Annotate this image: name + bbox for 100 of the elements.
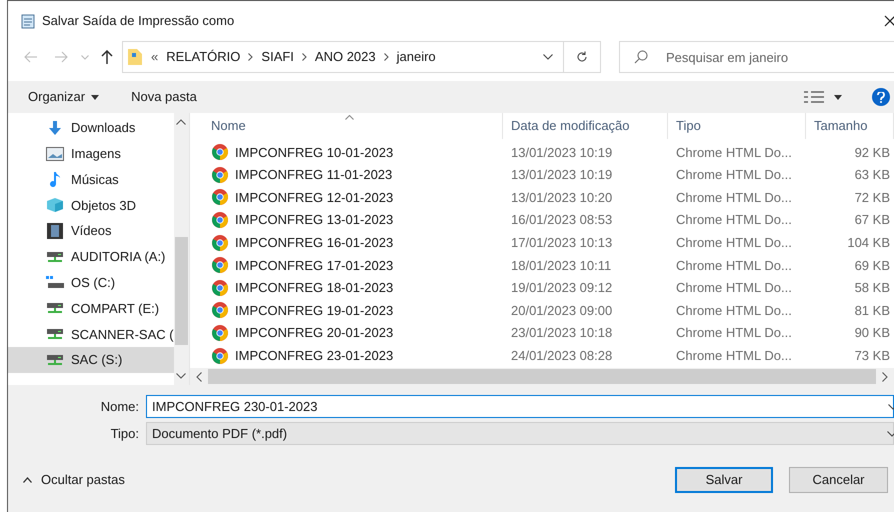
file-row[interactable]: IMPCONFREG 10-01-2023 13/01/2023 10:19 Chrome HTML Do... 92 KB: [190, 141, 894, 164]
view-options-button[interactable]: [804, 91, 842, 103]
sidebar-item[interactable]: AUDITORIA (A:): [8, 244, 174, 270]
file-row[interactable]: IMPCONFREG 19-01-2023 20/01/2023 09:00 Chrome HTML Do... 81 KB: [190, 299, 894, 322]
table-cell-text: Chrome HTML Do...: [675, 279, 793, 298]
column-header[interactable]: Data de modificação: [503, 113, 668, 139]
table-cell-text: Chrome HTML Do...: [675, 188, 793, 207]
picture-icon: [46, 146, 64, 161]
refresh-icon: [576, 51, 588, 63]
sidebar-item[interactable]: Downloads: [8, 115, 174, 141]
column-header[interactable]: Nome: [190, 113, 503, 139]
help-button[interactable]: [872, 88, 890, 106]
horizontal-scrollbar[interactable]: [190, 368, 894, 385]
caret-icon: [834, 94, 842, 100]
file-row[interactable]: IMPCONFREG 20-01-2023 23/01/2023 10:18 Chrome HTML Do... 90 KB: [190, 322, 894, 344]
chevron-right-icon: [302, 53, 307, 61]
file-name: IMPCONFREG 20-01-2023: [235, 324, 394, 342]
left-arrow-icon: [24, 51, 38, 63]
table-cell-text: Chrome HTML Do...: [675, 144, 793, 162]
table-cell-text: Chrome HTML Do...: [675, 346, 793, 365]
file-name: IMPCONFREG 18-01-2023: [235, 279, 394, 298]
sidebar-label: SCANNER-SAC (: [71, 326, 174, 344]
browser-file-icon: [212, 302, 228, 318]
breadcrumb-overflow[interactable]: «: [151, 47, 158, 67]
window-title: Salvar Saída de Impressão como: [42, 12, 234, 30]
question-mark-icon: [877, 92, 885, 102]
file-name: IMPCONFREG 17-01-2023: [235, 256, 394, 275]
breadcrumb-item[interactable]: ANO 2023: [314, 47, 376, 67]
table-cell-text: 81 KB: [854, 302, 891, 320]
chevron-down-icon: [81, 54, 89, 60]
chevron-up-icon: [23, 477, 32, 483]
file-row[interactable]: IMPCONFREG 11-01-2023 13/01/2023 10:19 Chrome HTML Do... 63 KB: [190, 164, 894, 186]
sidebar-item[interactable]: OS (C:): [8, 270, 174, 296]
table-cell-text: 23/01/2023 10:18: [510, 324, 614, 342]
organize-menu-button[interactable]: Organizar: [28, 87, 100, 107]
table-cell-text: 104 KB: [846, 234, 891, 252]
sidebar-item[interactable]: SAC (S:): [8, 347, 174, 373]
file-name: IMPCONFREG 23-01-2023: [235, 346, 394, 365]
breadcrumb-item[interactable]: SIAFI: [261, 47, 294, 67]
table-cell-text: 90 KB: [854, 324, 891, 342]
sidebar-label: Vídeos: [71, 222, 112, 240]
file-row[interactable]: IMPCONFREG 16-01-2023 17/01/2023 10:13 Chrome HTML Do... 104 KB: [190, 231, 894, 254]
table-cell-text: Chrome HTML Do...: [675, 256, 793, 275]
name-label: Nome:: [100, 398, 140, 416]
browser-file-icon: [212, 166, 228, 183]
download-arrow-icon: [47, 120, 63, 136]
file-type-dropdown[interactable]: Documento PDF (*.pdf): [146, 422, 894, 445]
file-name: IMPCONFREG 10-01-2023: [235, 144, 394, 162]
table-cell-text: 73 KB: [854, 346, 891, 365]
table-cell-text: Chrome HTML Do...: [675, 166, 793, 184]
file-name: IMPCONFREG 11-01-2023: [235, 166, 392, 184]
film-icon: [47, 223, 63, 240]
network-drive-icon: [46, 353, 64, 368]
search-field[interactable]: Pesquisar em janeiro: [619, 41, 894, 73]
table-cell-text: 16/01/2023 08:53: [510, 211, 614, 230]
sidebar-label: COMPART (E:): [71, 300, 160, 318]
browser-file-icon: [212, 144, 228, 160]
search-icon: [634, 50, 648, 64]
file-name: IMPCONFREG 12-01-2023: [235, 188, 394, 207]
table-cell-text: Chrome HTML Do...: [675, 211, 793, 230]
new-folder-button[interactable]: Nova pasta: [131, 87, 197, 107]
sidebar-item[interactable]: Vídeos: [8, 218, 174, 244]
table-cell-text: 24/01/2023 08:28: [510, 346, 614, 365]
save-button[interactable]: Salvar: [675, 467, 773, 493]
breadcrumb-item[interactable]: janeiro: [396, 47, 436, 67]
folder-icon: [127, 48, 143, 66]
file-row[interactable]: IMPCONFREG 18-01-2023 19/01/2023 09:12 Chrome HTML Do... 58 KB: [190, 276, 894, 300]
sidebar-label: AUDITORIA (A:): [71, 248, 166, 266]
breadcrumb-item[interactable]: RELATÓRIO: [166, 47, 240, 67]
file-name: IMPCONFREG 13-01-2023: [235, 211, 394, 230]
sidebar-label: OS (C:): [71, 274, 116, 292]
chevron-right-icon: [882, 372, 888, 382]
browser-file-icon: [212, 325, 228, 342]
file-row[interactable]: IMPCONFREG 17-01-2023 18/01/2023 10:11 Chrome HTML Do... 69 KB: [190, 254, 894, 277]
sidebar-item[interactable]: Imagens: [8, 140, 174, 167]
network-drive-icon: [46, 250, 64, 264]
chevron-down-icon: [176, 373, 186, 379]
table-cell-text: Chrome HTML Do...: [675, 234, 793, 252]
address-bar[interactable]: « RELATÓRIO SIAFI ANO 2023 janeiro: [122, 41, 601, 73]
music-note-icon: [48, 171, 62, 188]
browser-file-icon: [212, 280, 228, 296]
file-row[interactable]: IMPCONFREG 13-01-2023 16/01/2023 08:53 Chrome HTML Do... 67 KB: [190, 208, 894, 232]
hide-folders-button[interactable]: Ocultar pastas: [23, 470, 125, 490]
file-name-field[interactable]: IMPCONFREG 230-01-2023: [146, 395, 894, 418]
file-row[interactable]: IMPCONFREG 23-01-2023 24/01/2023 08:28 Chrome HTML Do... 73 KB: [190, 344, 894, 367]
network-drive-icon: [46, 327, 64, 342]
table-cell-text: Chrome HTML Do...: [675, 302, 793, 320]
sidebar-item[interactable]: COMPART (E:): [8, 296, 174, 322]
cancel-button[interactable]: Cancelar: [789, 467, 888, 493]
sidebar-item[interactable]: Objetos 3D: [8, 192, 174, 218]
caret-icon: [91, 94, 100, 100]
browser-file-icon: [212, 234, 228, 251]
sidebar-item[interactable]: Músicas: [8, 166, 174, 192]
file-name: IMPCONFREG 16-01-2023: [235, 234, 394, 252]
table-cell-text: 19/01/2023 09:12: [510, 279, 614, 298]
column-header[interactable]: Tamanho: [806, 113, 894, 139]
file-row[interactable]: IMPCONFREG 12-01-2023 13/01/2023 10:20 Chrome HTML Do... 72 KB: [190, 186, 894, 209]
column-header[interactable]: Tipo: [668, 113, 806, 139]
sidebar-item[interactable]: SCANNER-SAC (: [8, 321, 174, 348]
type-label: Tipo:: [110, 424, 140, 443]
